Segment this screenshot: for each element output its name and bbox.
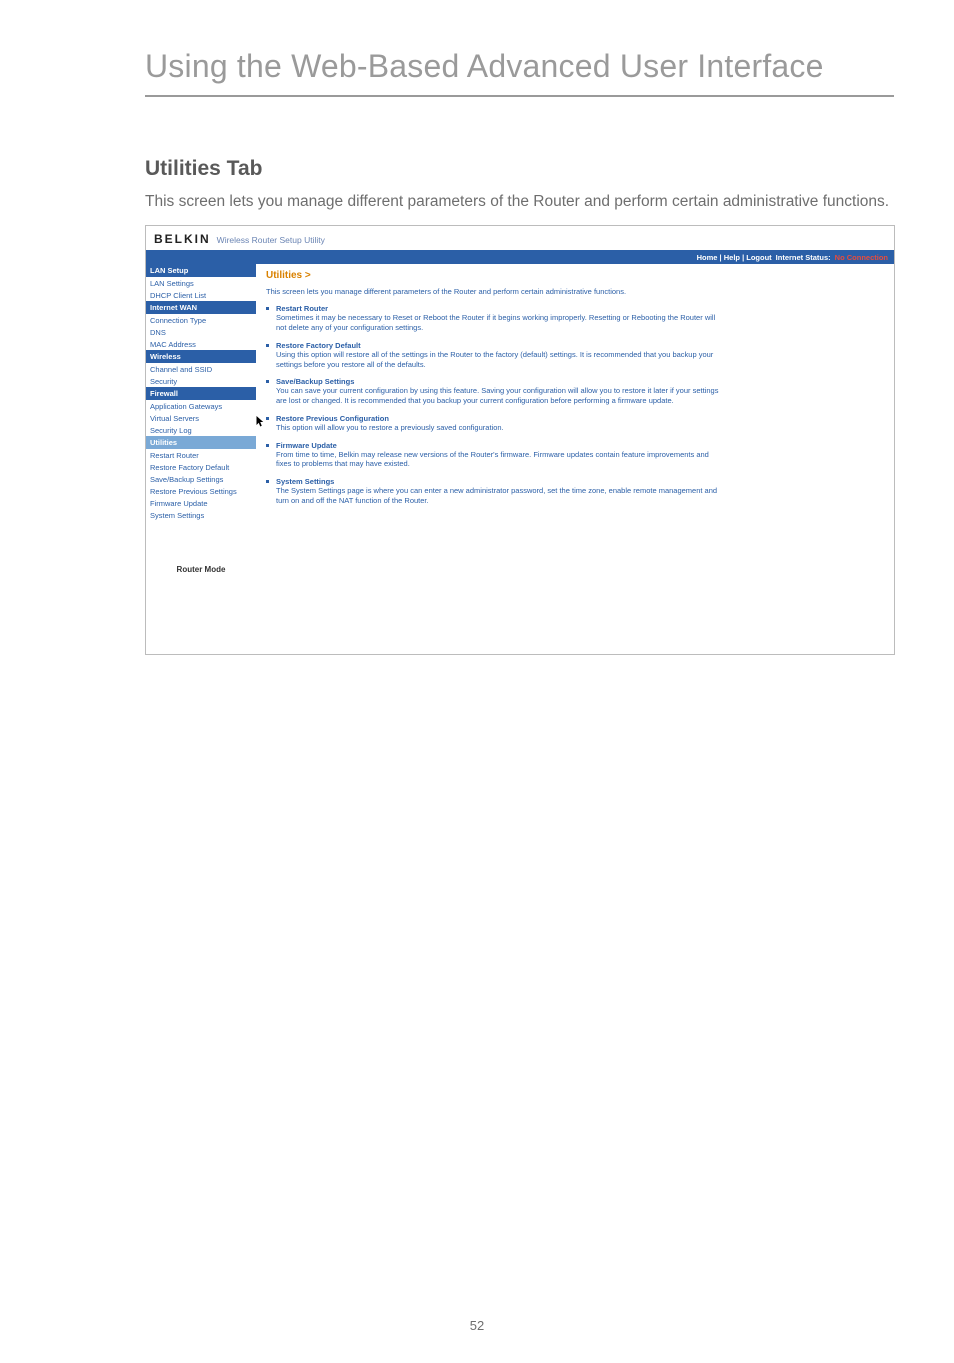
internet-status-label: Internet Status: <box>776 253 831 262</box>
utility-link[interactable]: Restore Factory Default <box>276 341 726 350</box>
section-heading: Utilities Tab <box>145 157 894 181</box>
brand-logo: BELKIN <box>154 232 211 246</box>
topbar-links[interactable]: Home | Help | Logout <box>697 253 772 262</box>
nav-item[interactable]: Restore Previous Settings <box>146 485 256 497</box>
section-desc: This screen lets you manage different pa… <box>145 191 894 213</box>
page-title: Using the Web-Based Advanced User Interf… <box>0 0 954 95</box>
main-panel: Utilities > This screen lets you manage … <box>256 264 894 654</box>
sidebar-nav: LAN SetupLAN SettingsDHCP Client ListInt… <box>146 264 256 654</box>
section-content: Utilities Tab This screen lets you manag… <box>0 97 954 655</box>
utility-desc: You can save your current configuration … <box>276 386 726 406</box>
nav-item[interactable]: Restart Router <box>146 449 256 461</box>
utility-desc: Sometimes it may be necessary to Reset o… <box>276 313 726 333</box>
shot-header: BELKIN Wireless Router Setup Utility <box>146 226 894 250</box>
page-number: 52 <box>0 1318 954 1333</box>
utility-link[interactable]: Restore Previous Configuration <box>276 414 726 423</box>
utility-item: Firmware UpdateFrom time to time, Belkin… <box>266 441 726 470</box>
nav-group-head[interactable]: Wireless <box>146 350 256 363</box>
router-mode-label: Router Mode <box>146 561 256 578</box>
nav-group-head[interactable]: Utilities <box>146 436 256 449</box>
nav-item[interactable]: MAC Address <box>146 338 256 350</box>
nav-item[interactable]: LAN Settings <box>146 277 256 289</box>
nav-group-head[interactable]: Internet WAN <box>146 301 256 314</box>
internet-status-value: No Connection <box>835 253 888 262</box>
utility-desc: The System Settings page is where you ca… <box>276 486 726 506</box>
nav-item[interactable]: Security Log <box>146 424 256 436</box>
nav-item[interactable]: Restore Factory Default <box>146 461 256 473</box>
nav-item[interactable]: DHCP Client List <box>146 289 256 301</box>
utilities-intro: This screen lets you manage different pa… <box>266 287 696 296</box>
nav-item[interactable]: System Settings <box>146 509 256 521</box>
utility-link[interactable]: Firmware Update <box>276 441 726 450</box>
router-screenshot: BELKIN Wireless Router Setup Utility Hom… <box>145 225 895 655</box>
brand-subtitle: Wireless Router Setup Utility <box>217 235 325 245</box>
utility-link[interactable]: System Settings <box>276 477 726 486</box>
nav-group-head[interactable]: LAN Setup <box>146 264 256 277</box>
utilities-list: Restart RouterSometimes it may be necess… <box>266 304 886 505</box>
nav-item[interactable]: Application Gateways <box>146 400 256 412</box>
top-nav-bar: Home | Help | Logout Internet Status: No… <box>146 250 894 264</box>
shot-body: LAN SetupLAN SettingsDHCP Client ListInt… <box>146 264 894 654</box>
nav-item[interactable]: Virtual Servers <box>146 412 256 424</box>
utility-desc: Using this option will restore all of th… <box>276 350 726 370</box>
utilities-title: Utilities > <box>266 270 886 281</box>
nav-item[interactable]: Save/Backup Settings <box>146 473 256 485</box>
utility-item: Restart RouterSometimes it may be necess… <box>266 304 726 333</box>
utility-link[interactable]: Save/Backup Settings <box>276 377 726 386</box>
nav-item[interactable]: Channel and SSID <box>146 363 256 375</box>
nav-group-head[interactable]: Firewall <box>146 387 256 400</box>
nav-item[interactable]: DNS <box>146 326 256 338</box>
utility-link[interactable]: Restart Router <box>276 304 726 313</box>
nav-item[interactable]: Security <box>146 375 256 387</box>
utility-item: System SettingsThe System Settings page … <box>266 477 726 506</box>
utility-desc: This option will allow you to restore a … <box>276 423 726 433</box>
utility-item: Restore Previous ConfigurationThis optio… <box>266 414 726 433</box>
utility-item: Save/Backup SettingsYou can save your cu… <box>266 377 726 406</box>
nav-item[interactable]: Firmware Update <box>146 497 256 509</box>
nav-item[interactable]: Connection Type <box>146 314 256 326</box>
utility-desc: From time to time, Belkin may release ne… <box>276 450 726 470</box>
utility-item: Restore Factory DefaultUsing this option… <box>266 341 726 370</box>
